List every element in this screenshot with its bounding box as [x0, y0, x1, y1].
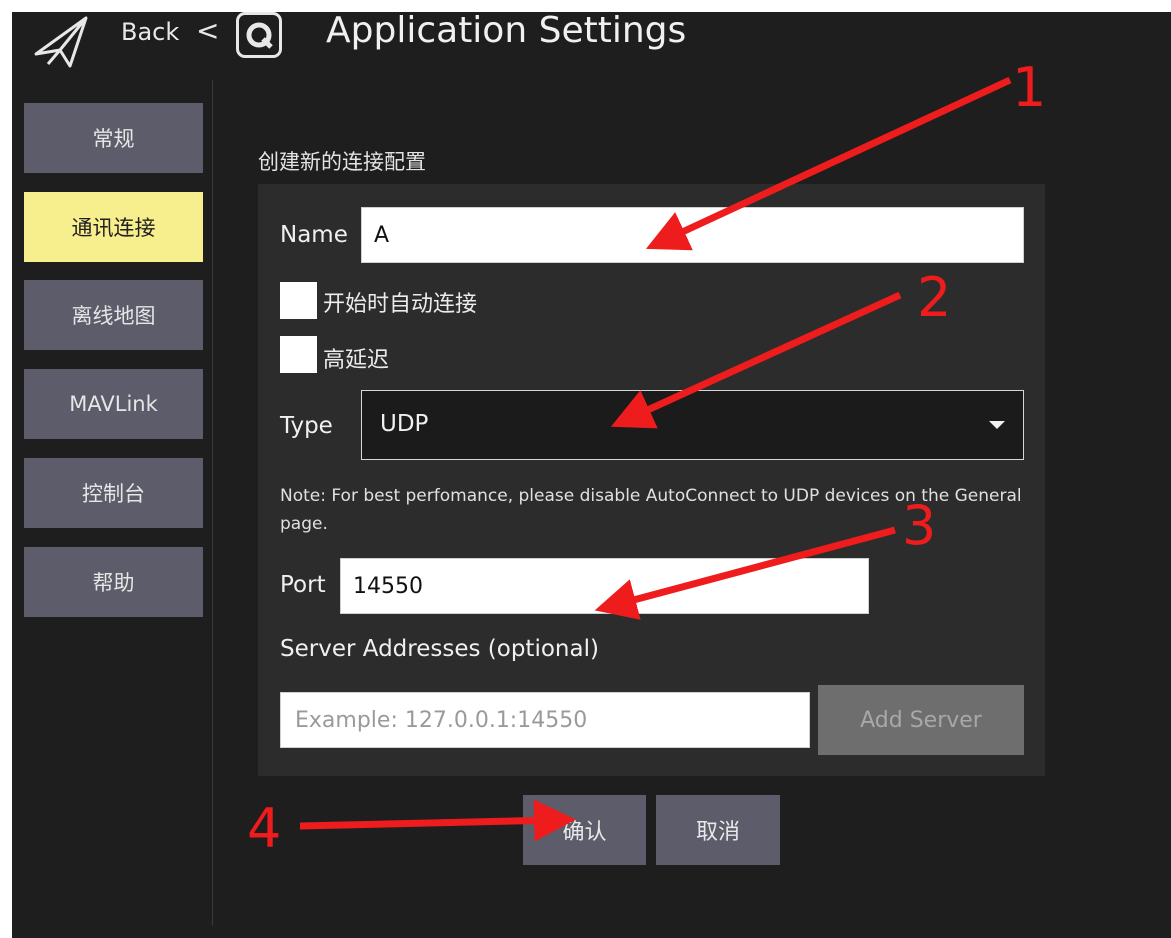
- back-chevron[interactable]: <: [196, 14, 219, 47]
- confirm-button[interactable]: 确认: [523, 795, 646, 865]
- section-title: 创建新的连接配置: [258, 150, 426, 174]
- annotation-marker-2: 2: [917, 266, 952, 329]
- server-address-input[interactable]: [293, 706, 809, 734]
- name-label: Name: [280, 222, 348, 248]
- high-latency-checkbox[interactable]: [280, 336, 317, 373]
- sidebar-item-comm-links[interactable]: 通讯连接: [24, 192, 203, 262]
- type-selected-value: UDP: [380, 411, 429, 437]
- name-input[interactable]: A: [361, 207, 1024, 263]
- type-dropdown[interactable]: UDP: [361, 390, 1024, 460]
- sidebar-divider: [212, 80, 213, 926]
- app-logo-icon: [236, 12, 282, 58]
- server-addresses-label: Server Addresses (optional): [280, 636, 599, 662]
- type-label: Type: [280, 413, 333, 439]
- sidebar-item-offline-maps[interactable]: 离线地图: [24, 280, 203, 350]
- annotation-marker-1: 1: [1012, 56, 1047, 119]
- sidebar-item-mavlink[interactable]: MAVLink: [24, 369, 203, 439]
- chevron-down-icon: [989, 421, 1005, 429]
- port-input[interactable]: 14550: [340, 558, 869, 614]
- autoconnect-checkbox[interactable]: [280, 282, 317, 319]
- page-title: Application Settings: [326, 10, 687, 51]
- app-logo-glyph: [246, 22, 273, 49]
- back-button[interactable]: Back: [121, 18, 179, 46]
- add-server-button[interactable]: Add Server: [818, 685, 1024, 755]
- sidebar-item-help[interactable]: 帮助: [24, 547, 203, 617]
- sidebar-item-console[interactable]: 控制台: [24, 458, 203, 528]
- annotation-marker-4: 4: [247, 797, 282, 860]
- sidebar-item-general[interactable]: 常规: [24, 103, 203, 173]
- high-latency-label: 高延迟: [323, 348, 390, 373]
- cancel-button[interactable]: 取消: [656, 795, 780, 865]
- paper-plane-icon[interactable]: [30, 14, 90, 70]
- server-address-field[interactable]: [280, 692, 810, 748]
- autoconnect-label: 开始时自动连接: [323, 292, 478, 317]
- annotation-marker-3: 3: [902, 494, 937, 557]
- port-label: Port: [280, 572, 326, 598]
